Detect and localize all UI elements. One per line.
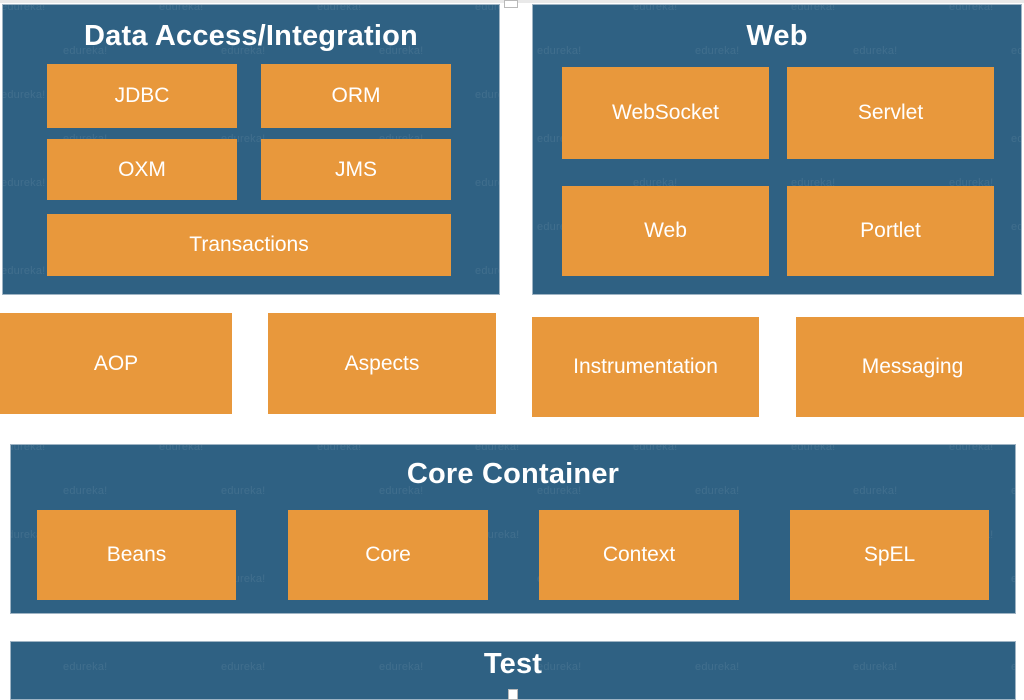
module-transactions[interactable]: Transactions [47,214,451,276]
module-jdbc[interactable]: JDBC [47,64,237,128]
module-instrumentation[interactable]: Instrumentation [532,317,759,417]
module-websocket[interactable]: WebSocket [562,67,769,159]
module-aspects[interactable]: Aspects [268,313,496,414]
module-core[interactable]: Core [288,510,488,600]
panel-title-data-access-integration: Data Access/Integration [84,20,418,52]
selection-handle-top[interactable] [504,0,518,8]
module-aop[interactable]: AOP [0,313,232,414]
module-orm[interactable]: ORM [261,64,451,128]
panel-title-core-container: Core Container [406,458,620,490]
module-web[interactable]: Web [562,186,769,276]
diagram-canvas: edureka!edureka!edureka!edureka!edureka!… [0,0,1024,700]
module-oxm[interactable]: OXM [47,139,237,200]
selection-handle-bottom[interactable] [508,689,518,700]
module-jms[interactable]: JMS [261,139,451,200]
panel-title-web: Web [746,20,808,52]
module-spel[interactable]: SpEL [790,510,989,600]
panel-title-test: Test [483,648,543,680]
module-context[interactable]: Context [539,510,739,600]
module-beans[interactable]: Beans [37,510,236,600]
module-portlet[interactable]: Portlet [787,186,994,276]
module-servlet[interactable]: Servlet [787,67,994,159]
module-messaging[interactable]: Messaging [796,317,1024,417]
